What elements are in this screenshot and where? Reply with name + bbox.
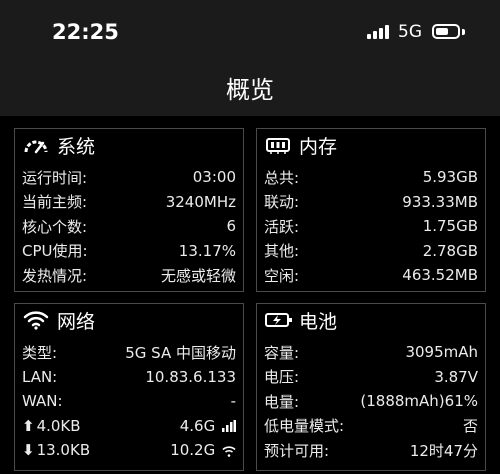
network-card[interactable]: 网络 类型: 5G SA 中国移动 LAN: 10.83.6.133 WAN: - ⬆… (14, 303, 244, 471)
row-label: 类型: (22, 343, 58, 362)
memory-row: 其他: 2.78GB (264, 239, 478, 264)
row-value: 无感或轻微 (160, 266, 236, 285)
network-row: LAN: 10.83.6.133 (22, 365, 236, 390)
wifi-usage: 10.2G (170, 441, 216, 460)
system-row: 运行时间: 03:00 (22, 165, 236, 190)
network-row: 类型: 5G SA 中国移动 (22, 340, 236, 365)
battery-row: 电量: (1888mAh)61% (264, 389, 478, 414)
network-card-header: 网络 (23, 304, 95, 336)
upload-speed: 4.0KB (36, 416, 81, 435)
network-row: WAN: - (22, 389, 236, 414)
system-row: CPU使用: 13.17% (22, 239, 236, 264)
system-card[interactable]: 系统 运行时间: 03:00 当前主频: 3240MHz 核心个数: 6 CPU使用:… (14, 128, 244, 292)
battery-charging-icon (265, 308, 293, 332)
row-value: 5.93GB (422, 168, 478, 187)
cellular-usage: 4.6G (179, 416, 216, 435)
system-card-header: 系统 (23, 129, 95, 161)
memory-chip-icon (265, 133, 293, 157)
download-arrow-icon: ⬇ (22, 441, 35, 460)
download-speed: 13.0KB (36, 441, 91, 460)
battery-row: 电压: 3.87V (264, 365, 478, 390)
memory-row: 总共: 5.93GB (264, 165, 478, 190)
row-label: 核心个数: (22, 217, 88, 236)
battery-card[interactable]: 电池 容量: 3095mAh 电压: 3.87V 电量: (1888mAh)61% 低… (256, 303, 486, 471)
row-value: 6 (226, 217, 236, 236)
wifi-small-icon (222, 446, 236, 457)
row-label: LAN: (22, 367, 58, 386)
system-row: 核心个数: 6 (22, 214, 236, 239)
row-value: 3240MHz (165, 192, 236, 211)
status-bar: 22:25 5G (0, 0, 500, 62)
battery-row: 预计可用: 12时47分 (264, 438, 478, 463)
row-label: 预计可用: (264, 441, 330, 460)
memory-row: 活跃: 1.75GB (264, 214, 478, 239)
row-label: 总共: (264, 168, 300, 187)
row-label: CPU使用: (22, 242, 88, 261)
system-row: 发热情况: 无感或轻微 (22, 263, 236, 288)
row-value: 12时47分 (409, 441, 478, 460)
row-value: - (230, 392, 236, 411)
row-value: 1.75GB (422, 217, 478, 236)
upload-row: ⬆ 4.0KB 4.6G (22, 414, 236, 439)
download-row: ⬇ 13.0KB 10.2G (22, 438, 236, 463)
row-label: 低电量模式: (264, 417, 345, 436)
row-label: 运行时间: (22, 168, 88, 187)
row-label: 联动: (264, 193, 300, 212)
battery-tip (462, 29, 465, 35)
battery-icon (432, 24, 460, 39)
row-label: WAN: (22, 392, 63, 411)
row-value: 03:00 (192, 168, 236, 187)
memory-card[interactable]: 内存 总共: 5.93GB 联动: 933.33MB 活跃: 1.75GB 其他: 2.… (256, 128, 486, 292)
row-value: 13.17% (178, 241, 236, 260)
battery-card-header: 电池 (265, 304, 337, 336)
speedometer-icon (23, 133, 51, 157)
row-value: 2.78GB (422, 241, 478, 260)
memory-row: 空闲: 463.52MB (264, 263, 478, 288)
row-label: 当前主频: (22, 193, 88, 212)
row-label: 其他: (264, 242, 300, 261)
row-value: 5G SA 中国移动 (125, 343, 236, 362)
row-value: 3095mAh (405, 343, 478, 362)
wifi-icon (23, 308, 51, 332)
row-label: 电压: (264, 368, 300, 387)
memory-card-title: 内存 (299, 135, 338, 158)
row-value: 933.33MB (402, 192, 478, 211)
row-value: 463.52MB (402, 266, 478, 285)
row-value: 3.87V (434, 367, 478, 386)
row-label: 发热情况: (22, 266, 88, 285)
cellular-signal-icon (367, 25, 391, 39)
memory-card-header: 内存 (265, 129, 337, 161)
page-title: 概览 (226, 76, 274, 104)
row-label: 活跃: (264, 217, 300, 236)
battery-card-title: 电池 (299, 310, 338, 333)
system-card-title: 系统 (57, 135, 96, 158)
cellular-signal-small-icon (222, 420, 236, 433)
row-value: 否 (462, 417, 478, 436)
row-label: 容量: (264, 343, 300, 362)
network-type-label: 5G (398, 22, 422, 42)
row-value: 10.83.6.133 (145, 367, 236, 386)
network-card-title: 网络 (57, 310, 96, 333)
battery-row: 低电量模式: 否 (264, 414, 478, 439)
status-time: 22:25 (52, 20, 119, 44)
battery-row: 容量: 3095mAh (264, 340, 478, 365)
row-value: (1888mAh)61% (360, 392, 478, 411)
upload-arrow-icon: ⬆ (22, 416, 35, 435)
row-label: 空闲: (264, 266, 300, 285)
system-row: 当前主频: 3240MHz (22, 190, 236, 215)
row-label: 电量: (264, 392, 300, 411)
memory-row: 联动: 933.33MB (264, 190, 478, 215)
